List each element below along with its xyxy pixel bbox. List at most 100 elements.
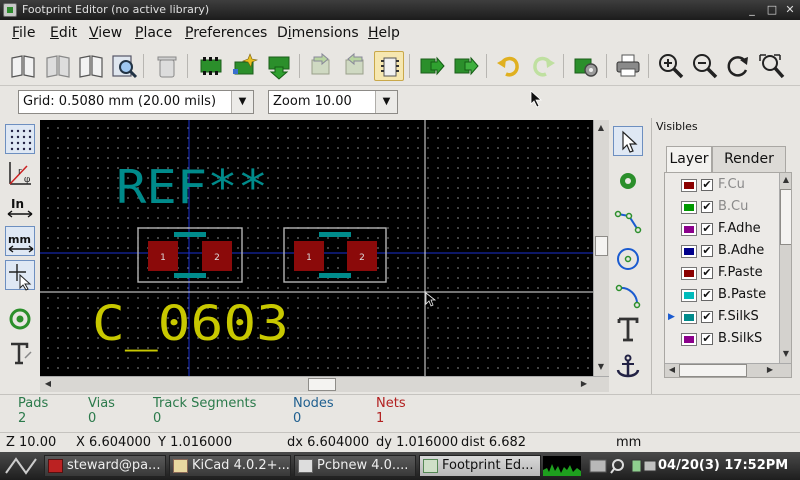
maximize-button[interactable]: □: [764, 2, 780, 18]
layer-row[interactable]: ✔ B.Paste: [665, 285, 777, 307]
layer-visibility-checkbox[interactable]: ✔: [701, 245, 713, 257]
menu-edit[interactable]: Edit: [50, 25, 77, 41]
scroll-right-icon[interactable]: ▶: [577, 377, 591, 391]
create-library-button[interactable]: [76, 51, 106, 81]
footprint-properties-button[interactable]: [374, 51, 404, 81]
print-button[interactable]: [613, 51, 643, 81]
value-text[interactable]: C_0603: [92, 296, 289, 352]
canvas-vertical-scrollbar[interactable]: ▲ ▼: [593, 120, 609, 376]
cursor-shape-button[interactable]: [5, 260, 35, 291]
layer-row[interactable]: ▶ ✔ F.SilkS: [665, 307, 777, 329]
taskbar-item-footprint-editor[interactable]: Footprint Ed...: [419, 455, 541, 477]
text-sketch-button[interactable]: [5, 338, 35, 368]
layer-color-swatch[interactable]: [681, 289, 697, 302]
layer-row[interactable]: ✔ B.Cu: [665, 197, 777, 219]
menu-dimensions[interactable]: Dimensions: [277, 25, 359, 41]
select-tool-button[interactable]: [613, 126, 643, 156]
scrollbar-thumb[interactable]: [595, 236, 608, 256]
export-footprint-button[interactable]: [306, 51, 336, 81]
layer-list-vertical-scrollbar[interactable]: ▲ ▼: [779, 173, 791, 363]
canvas-horizontal-scrollbar[interactable]: ◀ ▶: [40, 376, 609, 392]
zoom-select[interactable]: Zoom 10.00 ▼: [268, 90, 398, 114]
save-library-button[interactable]: [43, 51, 73, 81]
units-inch-button[interactable]: In: [5, 192, 35, 222]
scroll-down-icon[interactable]: ▼: [779, 347, 791, 361]
scroll-left-icon[interactable]: ◀: [41, 377, 55, 391]
taskbar-clock[interactable]: 04/20(3) 17:52PM: [658, 458, 788, 473]
layer-visibility-checkbox[interactable]: ✔: [701, 179, 713, 191]
pad-sketch-button[interactable]: [5, 304, 35, 334]
close-button[interactable]: ✕: [782, 2, 798, 18]
layer-row[interactable]: ✔ F.Paste: [665, 263, 777, 285]
reference-text[interactable]: REF**: [116, 160, 268, 214]
zoom-fit-button[interactable]: [757, 51, 787, 81]
layer-visibility-checkbox[interactable]: ✔: [701, 223, 713, 235]
layer-visibility-checkbox[interactable]: ✔: [701, 333, 713, 345]
add-pad-button[interactable]: [613, 166, 643, 196]
taskbar-item-terminal[interactable]: steward@pa...: [44, 455, 166, 477]
grid-select[interactable]: Grid: 0.5080 mm (20.00 mils) ▼: [18, 90, 254, 114]
chevron-down-icon[interactable]: ▼: [375, 91, 397, 113]
new-footprint-button[interactable]: [196, 51, 226, 81]
scrollbar-thumb[interactable]: [679, 364, 747, 377]
scroll-down-icon[interactable]: ▼: [594, 360, 608, 374]
zoom-in-button[interactable]: [656, 51, 686, 81]
layer-visibility-checkbox[interactable]: ✔: [701, 311, 713, 323]
layer-visibility-checkbox[interactable]: ✔: [701, 289, 713, 301]
scroll-up-icon[interactable]: ▲: [779, 173, 791, 187]
menu-view[interactable]: View: [89, 25, 122, 41]
scroll-right-icon[interactable]: ▶: [763, 363, 777, 377]
tab-layer[interactable]: Layer: [666, 146, 712, 172]
display-icon[interactable]: [589, 459, 607, 473]
undo-button[interactable]: [494, 51, 524, 81]
taskbar-item-kicad[interactable]: KiCad 4.0.2+...: [169, 455, 291, 477]
search-icon[interactable]: [612, 459, 624, 471]
redo-button[interactable]: [528, 51, 558, 81]
layer-row[interactable]: ✔ F.Adhe: [665, 219, 777, 241]
footprint-canvas[interactable]: REF** C_0603 1 2 1 2: [40, 120, 594, 376]
update-footprint-in-board-button[interactable]: [451, 51, 481, 81]
minimize-button[interactable]: _: [744, 2, 760, 18]
add-arc-button[interactable]: [613, 280, 643, 310]
taskbar-item-pcbnew[interactable]: Pcbnew 4.0....: [294, 455, 416, 477]
scrollbar-thumb[interactable]: [308, 378, 336, 391]
capacitor-footprint-left[interactable]: 1 2: [137, 227, 243, 283]
menu-preferences[interactable]: Preferences: [185, 25, 267, 41]
zoom-out-button[interactable]: [690, 51, 720, 81]
pad-settings-button[interactable]: [571, 51, 601, 81]
battery-icon[interactable]: [631, 459, 642, 473]
layer-row[interactable]: ✔ B.SilkS: [665, 329, 777, 351]
polar-coords-button[interactable]: rφ: [5, 158, 35, 188]
layer-color-swatch[interactable]: [681, 333, 697, 346]
menu-place[interactable]: Place: [135, 25, 172, 41]
select-library-button[interactable]: [8, 51, 38, 81]
chevron-down-icon[interactable]: ▼: [231, 91, 253, 113]
capacitor-footprint-right[interactable]: 1 2: [283, 227, 387, 283]
layer-color-swatch[interactable]: [681, 223, 697, 236]
load-from-library-button[interactable]: [264, 51, 294, 81]
insert-footprint-in-board-button[interactable]: [417, 51, 447, 81]
layer-color-swatch[interactable]: [681, 311, 697, 324]
toggle-grid-button[interactable]: [5, 124, 35, 154]
browse-library-button[interactable]: [109, 51, 139, 81]
tab-render[interactable]: Render: [712, 146, 786, 172]
start-menu-icon[interactable]: [2, 455, 40, 477]
add-circle-button[interactable]: [613, 244, 643, 274]
network-icon[interactable]: [643, 460, 657, 472]
menu-help[interactable]: Help: [368, 25, 400, 41]
add-line-button[interactable]: [613, 206, 643, 236]
layer-color-swatch[interactable]: [681, 267, 697, 280]
delete-footprint-button[interactable]: [152, 51, 182, 81]
units-mm-button[interactable]: mm: [5, 226, 35, 256]
layer-color-swatch[interactable]: [681, 179, 697, 192]
scroll-left-icon[interactable]: ◀: [665, 363, 679, 377]
add-text-button[interactable]: [613, 314, 643, 344]
layer-visibility-checkbox[interactable]: ✔: [701, 267, 713, 279]
layer-color-swatch[interactable]: [681, 245, 697, 258]
import-footprint-button[interactable]: [340, 51, 370, 81]
layer-row[interactable]: ✔ B.Adhe: [665, 241, 777, 263]
layer-visibility-checkbox[interactable]: ✔: [701, 201, 713, 213]
menu-file[interactable]: File: [12, 25, 35, 41]
place-anchor-button[interactable]: [613, 352, 643, 382]
scroll-up-icon[interactable]: ▲: [594, 121, 608, 135]
